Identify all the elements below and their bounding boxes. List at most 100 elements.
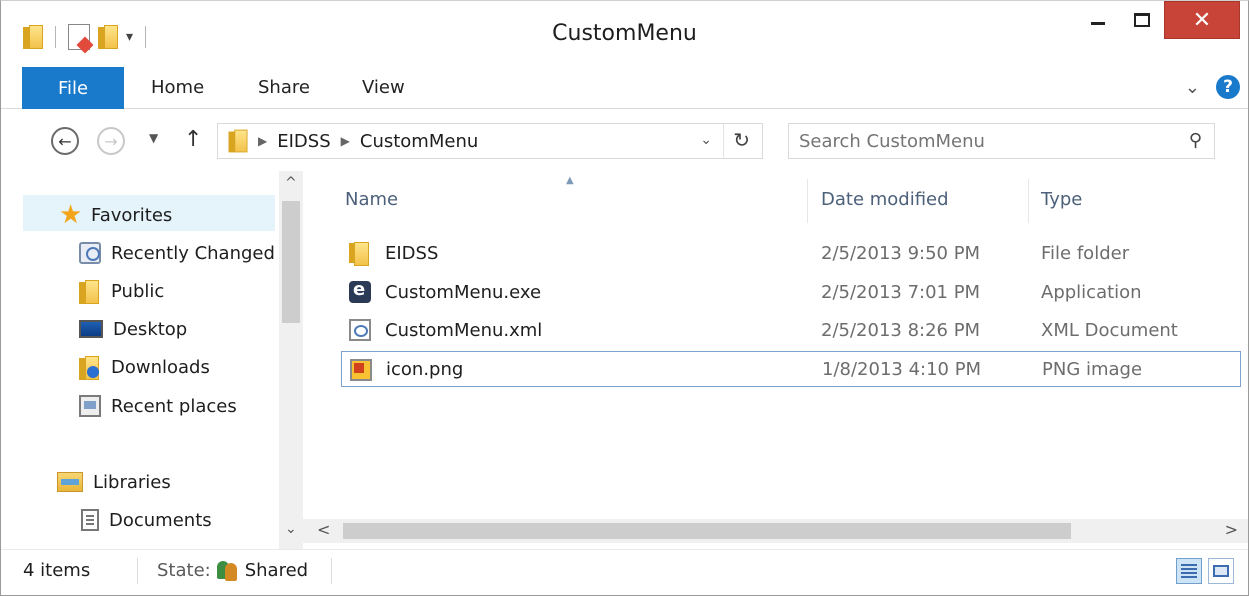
star-icon: ★ xyxy=(59,200,83,230)
status-divider xyxy=(137,558,138,584)
up-arrow-icon[interactable]: ↑ xyxy=(184,127,202,152)
state-label: State: xyxy=(157,560,211,581)
file-name: CustomMenu.exe xyxy=(385,281,542,303)
breadcrumb-eidss[interactable]: EIDSS xyxy=(277,131,330,152)
nav-item-recent-places[interactable]: Recent places xyxy=(79,388,237,424)
scroll-right-chevron-icon[interactable]: > xyxy=(1225,520,1238,539)
nav-item-label: Recent places xyxy=(111,395,237,417)
file-date: 2/5/2013 8:26 PM xyxy=(821,319,981,341)
file-list: ▲ Name Date modified Type EIDSS 2/5/2013… xyxy=(303,171,1248,549)
column-header-type[interactable]: Type xyxy=(1041,189,1082,210)
column-header-date-modified[interactable]: Date modified xyxy=(821,189,949,210)
nav-item-label: Libraries xyxy=(93,471,171,493)
nav-item-desktop[interactable]: Desktop xyxy=(79,311,187,347)
tab-share[interactable]: Share xyxy=(258,77,310,98)
maximize-icon xyxy=(1134,13,1150,27)
recent-places-icon xyxy=(79,395,101,417)
refresh-icon[interactable]: ↻ xyxy=(733,128,750,152)
search-box[interactable]: ⚲ xyxy=(788,123,1215,159)
nav-item-public[interactable]: Public xyxy=(79,273,164,309)
tab-file[interactable]: File xyxy=(22,67,124,109)
column-divider[interactable] xyxy=(807,179,808,223)
folder-icon xyxy=(228,129,248,153)
large-icons-view-icon xyxy=(1213,565,1229,577)
large-icons-view-button[interactable] xyxy=(1208,558,1234,584)
nav-item-libraries[interactable]: Libraries xyxy=(57,464,171,500)
nav-item-label: Documents xyxy=(109,509,212,531)
address-history-chevron-down-icon[interactable]: ⌄ xyxy=(700,132,712,148)
nav-item-label: Recently Changed xyxy=(111,242,275,264)
scroll-left-chevron-icon[interactable]: < xyxy=(317,520,330,539)
state-value: Shared xyxy=(244,560,309,581)
file-row[interactable]: CustomMenu.exe 2/5/2013 7:01 PM Applicat… xyxy=(341,274,1241,310)
view-buttons xyxy=(1176,558,1234,584)
documents-icon xyxy=(81,509,99,531)
breadcrumb-custommenu[interactable]: CustomMenu xyxy=(360,131,478,152)
png-icon xyxy=(350,359,372,381)
details-view-icon xyxy=(1181,564,1197,578)
expand-ribbon-chevron-down-icon[interactable]: ⌄ xyxy=(1185,77,1200,98)
tab-home[interactable]: Home xyxy=(151,77,204,98)
close-button[interactable]: ✕ xyxy=(1164,1,1240,39)
title-bar: ▾ CustomMenu ✕ xyxy=(1,1,1248,63)
file-name: CustomMenu.xml xyxy=(385,319,543,341)
file-type: File folder xyxy=(1041,242,1130,264)
sort-ascending-icon: ▲ xyxy=(566,175,574,186)
column-header-name[interactable]: Name xyxy=(345,189,398,210)
status-state: State: Shared xyxy=(157,560,308,581)
nav-item-label: Downloads xyxy=(111,356,210,378)
scroll-thumb[interactable] xyxy=(343,523,1071,539)
tab-view[interactable]: View xyxy=(362,77,405,98)
file-list-horizontal-scrollbar[interactable]: < > xyxy=(303,519,1248,543)
window-title: CustomMenu xyxy=(552,21,697,46)
recent-changes-icon xyxy=(79,242,101,264)
scroll-up-chevron-icon[interactable]: ^ xyxy=(285,175,297,191)
ribbon-controls: ⌄ ? xyxy=(1185,75,1240,99)
file-date: 2/5/2013 9:50 PM xyxy=(821,242,981,264)
folder-icon xyxy=(79,280,101,304)
nav-item-label: Favorites xyxy=(91,204,173,226)
maximize-button[interactable] xyxy=(1120,1,1164,39)
details-view-button[interactable] xyxy=(1176,558,1202,584)
file-row[interactable]: CustomMenu.xml 2/5/2013 8:26 PM XML Docu… xyxy=(341,312,1241,348)
file-row-focused[interactable]: icon.png 1/8/2013 4:10 PM PNG image xyxy=(341,351,1241,387)
nav-item-favorites[interactable]: ★ Favorites xyxy=(59,197,172,233)
file-type: PNG image xyxy=(1042,358,1143,380)
xml-icon xyxy=(349,319,371,341)
nav-item-label: Desktop xyxy=(113,318,188,340)
search-input[interactable] xyxy=(799,130,1159,152)
folder-icon xyxy=(349,242,371,266)
file-date: 2/5/2013 7:01 PM xyxy=(821,281,981,303)
scroll-thumb[interactable] xyxy=(282,201,300,323)
minimize-icon xyxy=(1091,21,1105,25)
libraries-icon xyxy=(57,472,83,492)
back-arrow-icon: ← xyxy=(58,131,72,151)
minimize-button[interactable] xyxy=(1076,1,1120,39)
recent-locations-chevron-down-icon[interactable]: ▼ xyxy=(149,131,158,145)
file-name: icon.png xyxy=(386,358,464,380)
downloads-icon xyxy=(79,356,101,380)
item-count: 4 items xyxy=(23,560,91,581)
window-controls: ✕ xyxy=(1076,1,1240,39)
address-bar[interactable]: ▶ EIDSS ▶ CustomMenu ⌄ ↻ xyxy=(217,123,763,159)
column-divider[interactable] xyxy=(1028,179,1029,223)
file-row[interactable]: EIDSS 2/5/2013 9:50 PM File folder xyxy=(341,235,1241,271)
navigation-pane: ★ Favorites Recently Changed Public Desk… xyxy=(1,171,303,549)
file-name: EIDSS xyxy=(385,242,439,264)
navigation-bar: ← → ▼ ↑ ▶ EIDSS ▶ CustomMenu ⌄ ↻ ⚲ xyxy=(1,109,1248,171)
nav-item-label: Public xyxy=(111,280,165,302)
scroll-down-chevron-icon[interactable]: ⌄ xyxy=(285,521,297,537)
breadcrumb-separator-icon[interactable]: ▶ xyxy=(258,134,267,148)
nav-item-downloads[interactable]: Downloads xyxy=(79,349,210,385)
help-icon[interactable]: ? xyxy=(1216,75,1240,99)
nav-vertical-scrollbar[interactable]: ^ ⌄ xyxy=(279,171,303,549)
nav-item-recently-changed[interactable]: Recently Changed xyxy=(79,235,275,271)
file-date: 1/8/2013 4:10 PM xyxy=(822,358,982,380)
breadcrumb-separator-icon[interactable]: ▶ xyxy=(341,134,350,148)
nav-item-documents[interactable]: Documents xyxy=(81,502,212,538)
forward-button[interactable]: → xyxy=(97,127,125,155)
search-icon[interactable]: ⚲ xyxy=(1189,130,1202,151)
address-divider xyxy=(723,124,724,158)
back-button[interactable]: ← xyxy=(51,127,79,155)
explorer-window: ▾ CustomMenu ✕ File Home Share View ⌄ ? … xyxy=(0,0,1249,596)
